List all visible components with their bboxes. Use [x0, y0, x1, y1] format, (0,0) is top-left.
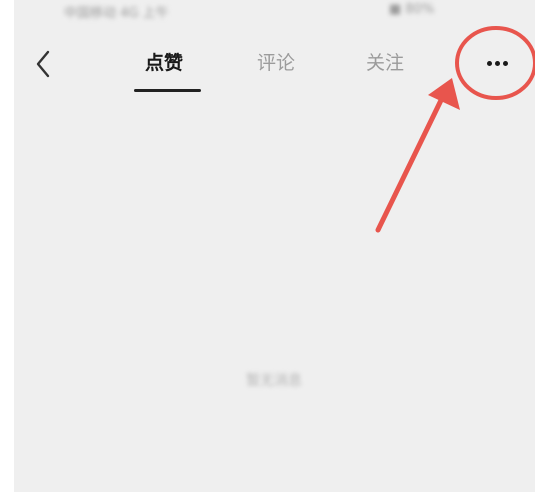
active-tab-indicator	[134, 89, 201, 92]
tab-likes[interactable]: 点赞	[145, 48, 183, 75]
top-nav-bar: 点赞 评论 关注	[14, 24, 535, 104]
status-carrier-text: 中国移动 4G 上午	[64, 6, 169, 21]
more-options-button[interactable]	[480, 52, 516, 76]
status-bar: 中国移动 4G 上午 ■ 80%	[14, 0, 535, 24]
chevron-left-icon	[36, 50, 50, 78]
tab-follows[interactable]: 关注	[366, 48, 404, 75]
status-battery-text: ■ 80%	[389, 2, 435, 17]
tab-comments[interactable]: 评论	[257, 48, 295, 75]
back-button[interactable]	[32, 46, 60, 82]
empty-state-text: 暂无消息	[246, 373, 302, 389]
more-dot	[495, 61, 500, 66]
app-screen: 中国移动 4G 上午 ■ 80% 点赞 评论 关注 暂无消息	[14, 0, 535, 492]
more-dot	[503, 61, 508, 66]
more-dot	[487, 61, 492, 66]
